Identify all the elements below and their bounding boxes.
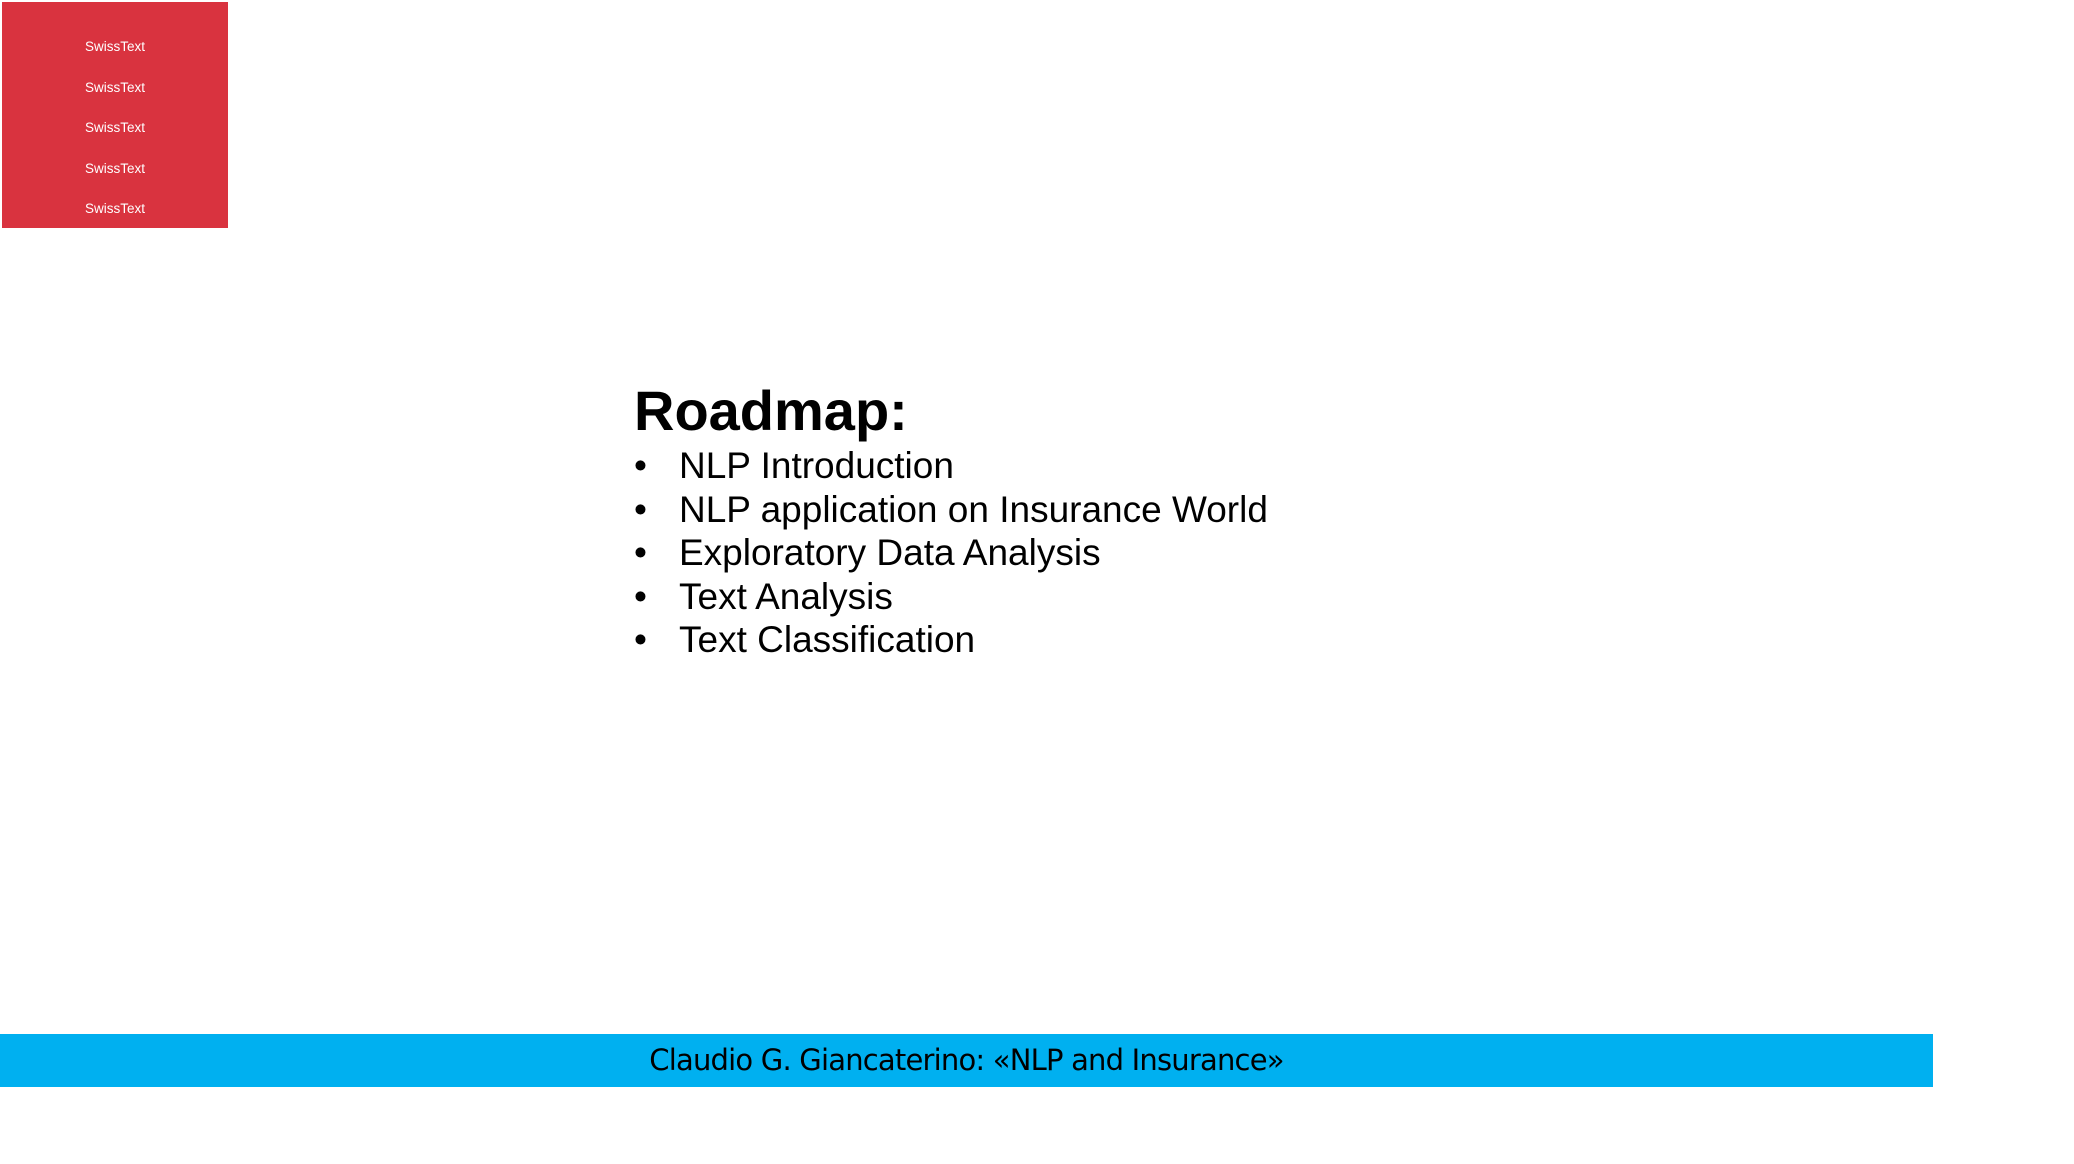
logo-line: SwissText bbox=[84, 484, 145, 500]
logo-line: SwissText bbox=[84, 606, 145, 621]
list-item: • Text Classification bbox=[634, 618, 1434, 662]
logo-line: SwissText bbox=[84, 444, 145, 459]
roadmap-list: • NLP Introduction • NLP application on … bbox=[634, 444, 1434, 662]
slide-title: Roadmap: bbox=[634, 379, 908, 442]
list-item-text: Text Analysis bbox=[679, 575, 893, 617]
bullet-icon: • bbox=[634, 619, 647, 660]
bullet-icon: • bbox=[634, 532, 647, 573]
list-item: • Exploratory Data Analysis bbox=[634, 531, 1434, 575]
footer-bar: Claudio G. Giancaterino: «NLP and Insura… bbox=[0, 1034, 1933, 1087]
logo-line: SwissTextSwissTextSwissText bbox=[24, 282, 206, 297]
footer-text: Claudio G. Giancaterino: «NLP and Insura… bbox=[649, 1043, 1284, 1077]
logo-line: SwissText bbox=[84, 39, 145, 54]
logo-line: SwissText bbox=[84, 525, 145, 540]
logo-line: SwissText bbox=[84, 565, 145, 581]
list-item-text: Exploratory Data Analysis bbox=[679, 532, 1101, 573]
logo-line: SwissText bbox=[84, 79, 145, 95]
logo-line: SwissText bbox=[84, 120, 145, 135]
logo-line: SwissTextSwissTextSwissText bbox=[24, 322, 206, 338]
logo-line: SwissTextSwissTextSwissText bbox=[24, 241, 206, 257]
bullet-icon: • bbox=[634, 488, 647, 530]
logo-line: SwissText bbox=[84, 201, 145, 216]
list-item: • NLP application on Insurance World bbox=[634, 488, 1434, 532]
logo-line: SwissText bbox=[84, 160, 145, 176]
list-item-text: Text Classification bbox=[679, 619, 976, 660]
logo-line: SwissTextSwissTextSwissText bbox=[24, 403, 206, 419]
logo-line: SwissTextSwissTextSwissText bbox=[24, 363, 206, 378]
list-item: • Text Analysis bbox=[634, 575, 1434, 619]
list-item-text: NLP application on Insurance World bbox=[679, 488, 1268, 530]
swisstext-logo: SwissText SwissText SwissText SwissText … bbox=[2, 2, 228, 620]
list-item-text: NLP Introduction bbox=[679, 445, 954, 486]
bullet-icon: • bbox=[634, 445, 647, 486]
slide-content: Roadmap: • NLP Introduction • NLP applic… bbox=[634, 378, 1434, 662]
list-item: • NLP Introduction bbox=[634, 444, 1434, 488]
bullet-icon: • bbox=[634, 575, 647, 617]
